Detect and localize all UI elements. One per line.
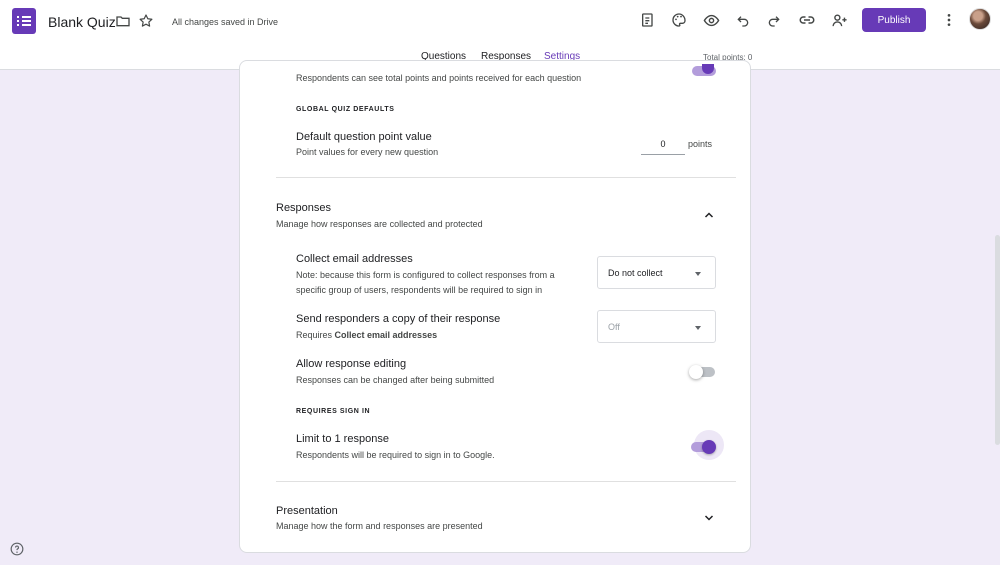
default-point-description: Point values for every new question [296, 147, 439, 157]
divider [276, 177, 736, 178]
send-copy-selected: Off [608, 322, 620, 332]
save-status: All changes saved in Drive [172, 17, 279, 27]
page-scrollbar[interactable] [995, 235, 1000, 445]
allow-editing-title: Allow response editing [296, 358, 407, 370]
forms-app-icon[interactable] [12, 8, 36, 34]
presentation-section-description: Manage how the form and responses are pr… [276, 521, 483, 531]
document-title[interactable]: Blank Quiz [48, 14, 116, 30]
default-point-input[interactable]: 0 [641, 139, 685, 155]
divider [276, 481, 736, 482]
link-icon[interactable] [796, 9, 818, 31]
collect-email-selected: Do not collect [608, 268, 663, 278]
undo-icon[interactable] [732, 9, 754, 31]
chevron-down-icon[interactable] [703, 512, 715, 524]
allow-editing-toggle-thumb[interactable] [689, 365, 703, 379]
preview-eye-icon[interactable] [700, 9, 722, 31]
responses-section-title[interactable]: Responses [276, 202, 331, 214]
avatar[interactable] [969, 8, 991, 30]
collect-email-title: Collect email addresses [296, 253, 413, 265]
star-icon[interactable] [138, 13, 154, 29]
publish-button[interactable]: Publish [862, 8, 926, 32]
limit-one-description: Respondents will be required to sign in … [296, 450, 495, 460]
help-icon[interactable] [10, 542, 24, 556]
show-points-description: Respondents can see total points and poi… [296, 73, 582, 83]
folder-icon[interactable] [115, 13, 131, 29]
responses-section-description: Manage how responses are collected and p… [276, 219, 483, 229]
requires-sign-in-label: REQUIRES SIGN IN [296, 408, 371, 415]
allow-editing-description: Responses can be changed after being sub… [296, 375, 495, 385]
default-point-title: Default question point value [296, 131, 432, 143]
more-vert-icon[interactable] [938, 9, 960, 31]
send-copy-description: Requires Collect email addresses [296, 330, 438, 340]
dropdown-caret-icon [695, 326, 701, 330]
send-copy-title: Send responders a copy of their response [296, 313, 501, 325]
customize-theme-icon[interactable] [637, 9, 659, 31]
collect-email-dropdown[interactable]: Do not collect [597, 256, 716, 289]
dropdown-caret-icon [695, 272, 701, 276]
send-copy-dropdown[interactable]: Off [597, 310, 716, 343]
limit-one-title: Limit to 1 response [296, 433, 389, 445]
redo-icon[interactable] [763, 9, 785, 31]
settings-card: Respondents can see total points and poi… [239, 60, 751, 553]
add-collaborator-icon[interactable] [828, 9, 850, 31]
collect-email-note-line1: Note: because this form is configured to… [296, 270, 555, 280]
collect-email-note-line2: specific group of users, respondents wil… [296, 285, 543, 295]
points-unit-label: points [688, 139, 713, 149]
presentation-section-title[interactable]: Presentation [276, 505, 338, 517]
palette-icon[interactable] [668, 9, 690, 31]
limit-one-toggle-thumb[interactable] [702, 440, 716, 454]
chevron-up-icon[interactable] [703, 209, 715, 221]
global-quiz-defaults-label: GLOBAL QUIZ DEFAULTS [296, 106, 395, 113]
